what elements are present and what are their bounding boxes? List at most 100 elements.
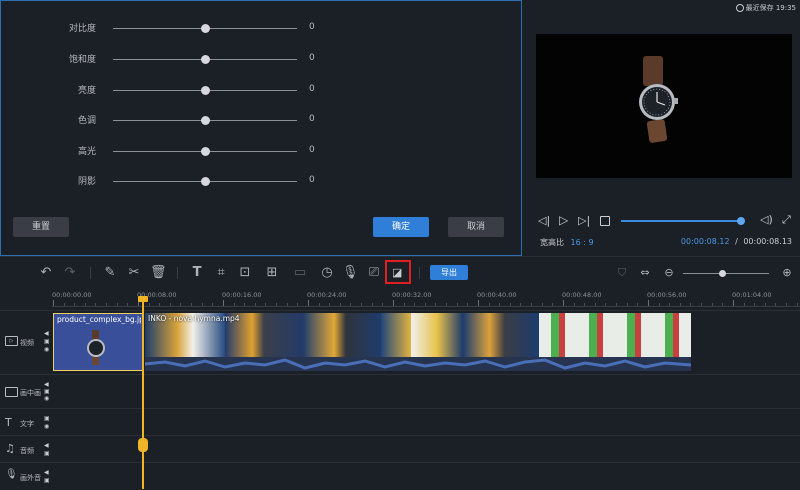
last-saved-status: 最近保存 19:35: [735, 3, 796, 13]
voiceover-mic-icon: 🎙: [5, 469, 18, 480]
lock-icon[interactable]: ▣: [44, 415, 50, 422]
mute-icon[interactable]: ◀: [44, 330, 49, 337]
voiceover-track-label: 画外音: [20, 474, 41, 482]
confirm-button[interactable]: 确定: [373, 217, 429, 237]
previous-frame-button[interactable]: ◁|: [538, 214, 550, 227]
image-clip[interactable]: product_complex_bg.jpg: [53, 313, 143, 371]
crop-icon[interactable]: ⌗: [213, 265, 229, 281]
mute-icon[interactable]: ◀: [44, 442, 49, 449]
aspect-ratio[interactable]: 宽高比 16 : 9: [540, 237, 594, 248]
video-track-label: 视频: [20, 339, 34, 347]
placeholder-icon[interactable]: ▭: [292, 265, 308, 281]
zoom-slider-knob[interactable]: [718, 270, 726, 277]
adjust-value: 0: [309, 22, 315, 32]
visibility-icon[interactable]: ◉: [44, 395, 49, 402]
adjust-label: 阴影: [77, 177, 96, 187]
audio-waveform: [145, 357, 691, 371]
toolbar-divider: [177, 267, 178, 279]
ruler-tick-label: 00:00:00.00: [52, 291, 92, 299]
playhead-handle[interactable]: [138, 296, 148, 302]
zoom-in-icon[interactable]: ⊕: [779, 265, 795, 281]
text-icon[interactable]: T: [189, 265, 205, 281]
playhead[interactable]: [138, 296, 148, 489]
adjust-slider-knob[interactable]: [201, 147, 210, 156]
video-track-icon: ▷: [5, 336, 18, 346]
play-button[interactable]: ▷: [559, 213, 568, 227]
screen-record-icon[interactable]: ⎚: [366, 265, 382, 281]
zoom-out-icon[interactable]: ⊖: [661, 265, 677, 281]
preview-canvas[interactable]: [536, 34, 792, 178]
split-screen-icon[interactable]: ⊞: [264, 265, 280, 281]
ruler-tick-label: 00:00:48.00: [562, 291, 602, 299]
video-thumbnail: [411, 313, 463, 357]
timeline-ruler[interactable]: 00:00:00.00 00:00:08.00 00:00:16.00 00:00:2…: [0, 288, 800, 310]
adjust-label: 饱和度: [68, 55, 96, 65]
adjust-row: 饱和度 0: [1, 50, 521, 70]
mute-icon[interactable]: ◀: [44, 381, 49, 388]
zoom-slider-track[interactable]: [683, 270, 769, 277]
adjust-row: 阴影 0: [1, 172, 521, 192]
adjust-label: 对比度: [68, 24, 96, 34]
aspect-ratio-label: 宽高比: [540, 238, 564, 247]
fit-width-icon[interactable]: ⇔: [637, 265, 653, 281]
adjust-row: 高光 0: [1, 142, 521, 162]
pip-track: 画中画 ◀ ▣ ◉: [0, 374, 800, 409]
lock-icon[interactable]: ▣: [44, 450, 50, 457]
timer-icon[interactable]: ◷: [319, 265, 335, 281]
adjust-slider-knob[interactable]: [201, 116, 210, 125]
audio-track-header: ♫ 音频 ◀ ▣: [0, 436, 52, 463]
voiceover-track-header: 🎙 画外音 ◀ ▣: [0, 463, 52, 490]
pip-track-header: 画中画 ◀ ▣ ◉: [0, 375, 52, 409]
lock-icon[interactable]: ▣: [44, 388, 50, 395]
export-button[interactable]: 导出: [430, 265, 468, 280]
cancel-button[interactable]: 取消: [448, 217, 504, 237]
toolbar-divider: [419, 267, 420, 279]
watch-image: [639, 56, 678, 143]
mute-icon[interactable]: ◀: [44, 469, 49, 476]
ruler-tick-label: 00:00:56.00: [647, 291, 687, 299]
reset-button[interactable]: 重置: [13, 217, 69, 237]
next-frame-button[interactable]: ▷|: [578, 214, 590, 227]
preview-progress-knob[interactable]: [736, 217, 745, 225]
edit-toolbar: ↶ ↷ ✎ ✂ 🗑 T ⌗ ⊡ ⊞ ▭ ◷ 🎙 ⎚ ◪ 导出 ⛉ ⇔ ⊖ ⊕: [0, 256, 800, 289]
lock-icon[interactable]: ▣: [44, 477, 50, 484]
video-thumbnail: [539, 313, 691, 357]
voiceover-track: 🎙 画外音 ◀ ▣: [0, 462, 800, 490]
lock-icon[interactable]: ▣: [44, 338, 50, 345]
trash-icon[interactable]: 🗑: [150, 265, 167, 281]
toolbar-divider: [90, 267, 91, 279]
color-adjust-icon-highlight[interactable]: ◪: [385, 260, 411, 284]
adjust-value: 0: [309, 114, 315, 124]
visibility-icon[interactable]: ◉: [44, 423, 49, 430]
adjust-slider-knob[interactable]: [201, 55, 210, 64]
aspect-ratio-value: 16 : 9: [570, 238, 594, 247]
ruler-baseline: [52, 306, 800, 307]
pen-icon[interactable]: ✎: [102, 265, 118, 281]
stop-button[interactable]: [600, 216, 610, 226]
fullscreen-icon[interactable]: ⤢: [782, 213, 791, 227]
adjust-slider-knob[interactable]: [201, 24, 210, 33]
undo-icon[interactable]: ↶: [38, 265, 54, 281]
preview-progress-track[interactable]: [621, 217, 745, 225]
ruler-tick-label: 00:00:16.00: [222, 291, 262, 299]
scissors-icon[interactable]: ✂: [126, 265, 142, 281]
volume-icon[interactable]: ◁): [760, 213, 773, 226]
playhead-marker[interactable]: [138, 438, 148, 452]
ruler-tick-label: 00:01:04.00: [732, 291, 772, 299]
audio-track: ♫ 音频 ◀ ▣: [0, 435, 800, 463]
text-track: T 文字 ▣ ◉: [0, 408, 800, 436]
pip-track-label: 画中画: [20, 389, 41, 397]
adjust-value: 0: [309, 145, 315, 155]
adjust-label: 亮度: [77, 86, 96, 96]
transform-icon[interactable]: ⊡: [237, 265, 253, 281]
redo-icon[interactable]: ↷: [62, 265, 78, 281]
video-clip-name: INKO - nova hymna.mp4: [148, 314, 240, 323]
visibility-icon[interactable]: ◉: [44, 346, 49, 353]
shield-icon[interactable]: ⛉: [614, 265, 630, 281]
adjust-slider-knob[interactable]: [201, 86, 210, 95]
mic-icon[interactable]: 🎙: [342, 265, 359, 281]
ruler-tick-label: 00:00:32.00: [392, 291, 432, 299]
adjust-slider-knob[interactable]: [201, 177, 210, 186]
adjust-row: 色调 0: [1, 111, 521, 131]
video-clip[interactable]: INKO - nova hymna.mp4: [145, 313, 691, 371]
